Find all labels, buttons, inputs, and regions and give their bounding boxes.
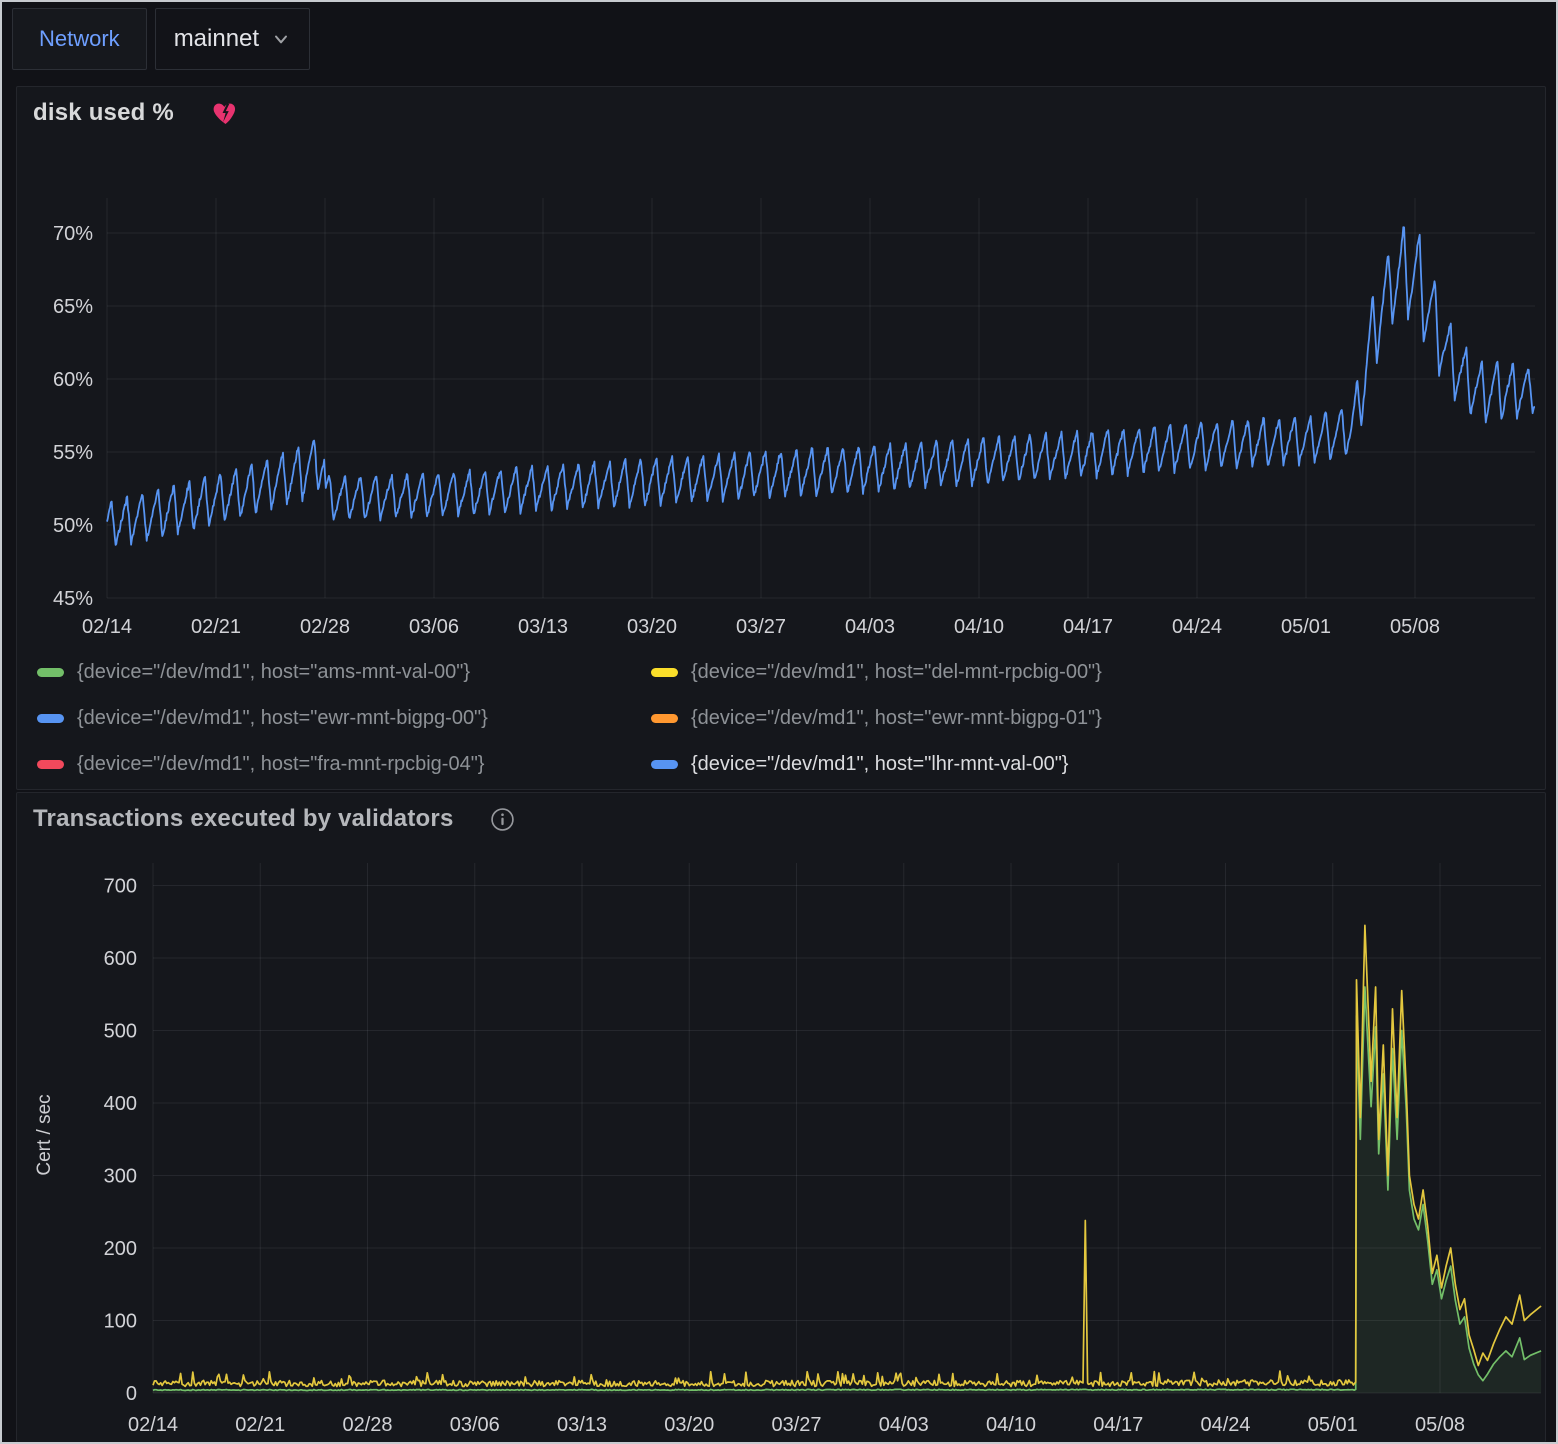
x-tick-label: 04/17 <box>1093 1414 1143 1436</box>
legend-label-fra-mnt-rpcbig-04: {device="/dev/md1", host="fra-mnt-rpcbig… <box>77 753 485 776</box>
y-tick-label: 400 <box>104 1093 137 1115</box>
x-tick-label: 05/01 <box>1281 616 1331 638</box>
disk-used-chart[interactable]: 45% 50% 55% 60% 65% 70% 02/14 02/21 02/28 03/06 03… <box>17 183 1547 658</box>
x-tick-label: 03/06 <box>409 616 459 638</box>
panel-transactions: Transactions executed by validators Cert… <box>16 792 1546 1442</box>
panel-disk-used: disk used % 45% 50% 55% 60% 65% 70% 02/14 02/21… <box>16 86 1546 790</box>
x-tick-label: 02/28 <box>342 1414 392 1436</box>
legend-item-fra-mnt-rpcbig-04[interactable]: {device="/dev/md1", host="fra-mnt-rpcbig… <box>37 753 609 776</box>
series-line-lhr-mnt-val-00 <box>107 227 1535 545</box>
grid-lines <box>153 863 1541 1393</box>
legend-label-lhr-mnt-val-00: {device="/dev/md1", host="lhr-mnt-val-00… <box>691 753 1068 776</box>
x-tick-label: 03/13 <box>518 616 568 638</box>
x-tick-label: 04/17 <box>1063 616 1113 638</box>
axis-tick-labels: 0 100 200 300 400 500 600 700 02/14 02/21 02/28 03/… <box>104 876 1465 1437</box>
y-tick-label: 0 <box>126 1383 137 1405</box>
x-tick-label: 03/27 <box>771 1414 821 1436</box>
legend-label-ewr-mnt-bigpg-01: {device="/dev/md1", host="ewr-mnt-bigpg-… <box>691 707 1102 730</box>
legend-item-lhr-mnt-val-00[interactable]: {device="/dev/md1", host="lhr-mnt-val-00… <box>651 753 1068 776</box>
y-tick-label: 45% <box>53 588 93 610</box>
x-tick-label: 04/10 <box>954 616 1004 638</box>
legend-swatch-ewr-mnt-bigpg-01 <box>651 714 678 723</box>
legend-swatch-del-mnt-rpcbig-00 <box>651 668 678 677</box>
network-variable-select[interactable]: mainnet <box>155 8 310 70</box>
y-tick-label: 70% <box>53 223 93 245</box>
panel-title-transactions: Transactions executed by validators <box>33 805 454 833</box>
x-tick-label: 02/21 <box>191 616 241 638</box>
panel-title-disk-used: disk used % <box>33 99 174 127</box>
x-tick-label: 04/10 <box>986 1414 1036 1436</box>
network-variable-value: mainnet <box>174 25 259 53</box>
x-tick-label: 02/14 <box>128 1414 178 1436</box>
x-tick-label: 04/24 <box>1172 616 1222 638</box>
y-tick-label: 55% <box>53 442 93 464</box>
legend-swatch-ewr-mnt-bigpg-00 <box>37 714 64 723</box>
transactions-chart[interactable]: 0 100 200 300 400 500 600 700 02/14 02/21 02/28 03/… <box>17 853 1547 1441</box>
legend-label-del-mnt-rpcbig-00: {device="/dev/md1", host="del-mnt-rpcbig… <box>691 661 1102 684</box>
x-tick-label: 03/13 <box>557 1414 607 1436</box>
x-tick-label: 05/08 <box>1415 1414 1465 1436</box>
grid-lines <box>107 198 1535 598</box>
y-tick-label: 65% <box>53 296 93 318</box>
x-tick-label: 05/08 <box>1390 616 1440 638</box>
legend-item-ewr-mnt-bigpg-00[interactable]: {device="/dev/md1", host="ewr-mnt-bigpg-… <box>37 707 609 730</box>
axis-tick-labels: 45% 50% 55% 60% 65% 70% 02/14 02/21 02/28 03/06 03… <box>53 223 1440 638</box>
x-tick-label: 04/03 <box>845 616 895 638</box>
legend-item-ewr-mnt-bigpg-01[interactable]: {device="/dev/md1", host="ewr-mnt-bigpg-… <box>651 707 1102 730</box>
legend-item-del-mnt-rpcbig-00[interactable]: {device="/dev/md1", host="del-mnt-rpcbig… <box>651 661 1102 684</box>
legend-swatch-fra-mnt-rpcbig-04 <box>37 760 64 769</box>
legend-swatch-lhr-mnt-val-00 <box>651 760 678 769</box>
chevron-down-icon <box>271 29 291 49</box>
disk-used-legend: {device="/dev/md1", host="ams-mnt-val-00… <box>37 649 1535 787</box>
y-tick-label: 300 <box>104 1166 137 1188</box>
x-tick-label: 04/24 <box>1200 1414 1250 1436</box>
heart-break-alert-icon <box>212 100 239 127</box>
y-tick-label: 600 <box>104 948 137 970</box>
x-tick-label: 03/20 <box>627 616 677 638</box>
legend-label-ams-mnt-val-00: {device="/dev/md1", host="ams-mnt-val-00… <box>77 661 470 684</box>
panel-disk-used-header: disk used % <box>33 95 239 131</box>
x-tick-label: 03/27 <box>736 616 786 638</box>
network-variable-label-text: Network <box>39 26 120 52</box>
legend-item-ams-mnt-val-00[interactable]: {device="/dev/md1", host="ams-mnt-val-00… <box>37 661 609 684</box>
x-tick-label: 03/20 <box>664 1414 714 1436</box>
dashboard-variables-bar: Network mainnet <box>12 8 310 70</box>
y-tick-label: 60% <box>53 369 93 391</box>
y-tick-label: 700 <box>104 876 137 898</box>
x-tick-label: 05/01 <box>1308 1414 1358 1436</box>
x-tick-label: 02/14 <box>82 616 132 638</box>
x-tick-label: 03/06 <box>450 1414 500 1436</box>
x-tick-label: 02/21 <box>235 1414 285 1436</box>
info-circle-icon[interactable] <box>490 807 515 832</box>
legend-label-ewr-mnt-bigpg-00: {device="/dev/md1", host="ewr-mnt-bigpg-… <box>77 707 488 730</box>
y-tick-label: 500 <box>104 1021 137 1043</box>
legend-row: {device="/dev/md1", host="ams-mnt-val-00… <box>37 649 1535 695</box>
y-tick-label: 200 <box>104 1238 137 1260</box>
y-tick-label: 50% <box>53 515 93 537</box>
x-tick-label: 04/03 <box>879 1414 929 1436</box>
y-tick-label: 100 <box>104 1311 137 1333</box>
legend-row: {device="/dev/md1", host="ewr-mnt-bigpg-… <box>37 695 1535 741</box>
legend-row: {device="/dev/md1", host="fra-mnt-rpcbig… <box>37 741 1535 787</box>
grafana-dashboard: Network mainnet disk used % 45% 50% 55% 60%… <box>0 0 1558 1444</box>
x-tick-label: 02/28 <box>300 616 350 638</box>
panel-transactions-header: Transactions executed by validators <box>33 801 515 837</box>
network-variable-label: Network <box>12 8 147 70</box>
legend-swatch-ams-mnt-val-00 <box>37 668 64 677</box>
